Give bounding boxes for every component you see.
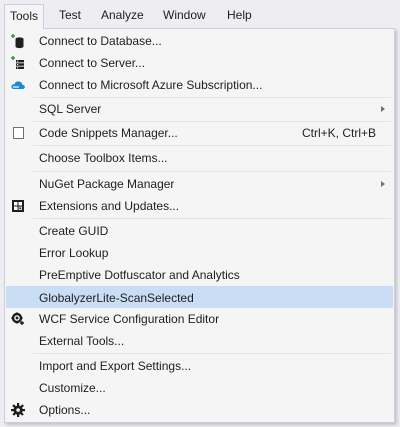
- azure-cloud-icon: [10, 77, 26, 93]
- menu-item-label: External Tools...: [39, 334, 125, 348]
- menu-item-label: Extensions and Updates...: [39, 199, 180, 213]
- menu-item-preemptive-dotfuscator[interactable]: PreEmptive Dotfuscator and Analytics: [6, 264, 393, 286]
- menu-analyze[interactable]: Analyze: [95, 4, 150, 27]
- submenu-arrow-icon: [381, 181, 385, 187]
- menu-item-label: Options...: [39, 403, 91, 417]
- menu-item-nuget-package-manager[interactable]: NuGet Package Manager: [6, 173, 393, 195]
- menu-item-import-export-settings[interactable]: Import and Export Settings...: [6, 355, 393, 377]
- menu-item-sql-server[interactable]: SQL Server: [6, 98, 393, 120]
- menu-item-label: Choose Toolbox Items...: [39, 151, 168, 165]
- menu-item-label: Create GUID: [39, 224, 109, 238]
- database-connect-icon: [10, 33, 26, 49]
- extensions-icon: [10, 198, 26, 214]
- menu-item-options[interactable]: Options...: [6, 399, 393, 421]
- menu-item-label: Customize...: [39, 381, 106, 395]
- tools-dropdown-menu: Connect to Database... Connect to Server…: [4, 28, 395, 423]
- menu-item-label: Code Snippets Manager...: [39, 126, 178, 140]
- menu-item-connect-to-azure[interactable]: Connect to Microsoft Azure Subscription.…: [6, 74, 393, 96]
- menu-item-choose-toolbox-items[interactable]: Choose Toolbox Items...: [6, 147, 393, 169]
- menu-item-label: WCF Service Configuration Editor: [39, 312, 220, 326]
- menu-separator: [33, 145, 391, 146]
- menu-separator: [33, 353, 391, 354]
- menu-test[interactable]: Test: [53, 4, 87, 27]
- menu-item-globalyzerlite-scanselected[interactable]: GlobalyzerLite-ScanSelected: [6, 286, 393, 308]
- checkbox-icon: [10, 125, 26, 141]
- menu-item-customize[interactable]: Customize...: [6, 377, 393, 399]
- wcf-config-icon: [10, 311, 26, 327]
- menu-item-connect-to-server[interactable]: Connect to Server...: [6, 52, 393, 74]
- menu-window[interactable]: Window: [157, 4, 212, 27]
- menu-item-code-snippets-manager[interactable]: Code Snippets Manager... Ctrl+K, Ctrl+B: [6, 122, 393, 144]
- menu-separator: [33, 171, 391, 172]
- menu-item-label: Connect to Server...: [39, 56, 146, 70]
- menu-item-label: NuGet Package Manager: [39, 177, 175, 191]
- submenu-arrow-icon: [381, 106, 385, 112]
- gear-icon: [10, 402, 26, 418]
- menu-item-external-tools[interactable]: External Tools...: [6, 330, 393, 352]
- menu-tools[interactable]: Tools: [4, 4, 45, 29]
- menu-item-label: PreEmptive Dotfuscator and Analytics: [39, 268, 240, 282]
- menu-item-connect-to-database[interactable]: Connect to Database...: [6, 30, 393, 52]
- server-connect-icon: [10, 55, 26, 71]
- menu-item-label: SQL Server: [39, 102, 102, 116]
- menu-item-extensions-and-updates[interactable]: Extensions and Updates...: [6, 195, 393, 217]
- menu-item-label: Error Lookup: [39, 246, 109, 260]
- menu-help[interactable]: Help: [221, 4, 258, 27]
- menu-item-wcf-service-configuration-editor[interactable]: WCF Service Configuration Editor: [6, 308, 393, 330]
- menu-separator: [33, 218, 391, 219]
- menu-item-label: Import and Export Settings...: [39, 359, 192, 373]
- menu-item-create-guid[interactable]: Create GUID: [6, 220, 393, 242]
- menu-item-label: GlobalyzerLite-ScanSelected: [39, 291, 194, 305]
- menu-bar: Tools Test Analyze Window Help: [0, 0, 400, 29]
- menu-item-shortcut: Ctrl+K, Ctrl+B: [302, 126, 377, 140]
- menu-item-label: Connect to Database...: [39, 34, 162, 48]
- menu-item-error-lookup[interactable]: Error Lookup: [6, 242, 393, 264]
- menu-item-label: Connect to Microsoft Azure Subscription.…: [39, 78, 263, 92]
